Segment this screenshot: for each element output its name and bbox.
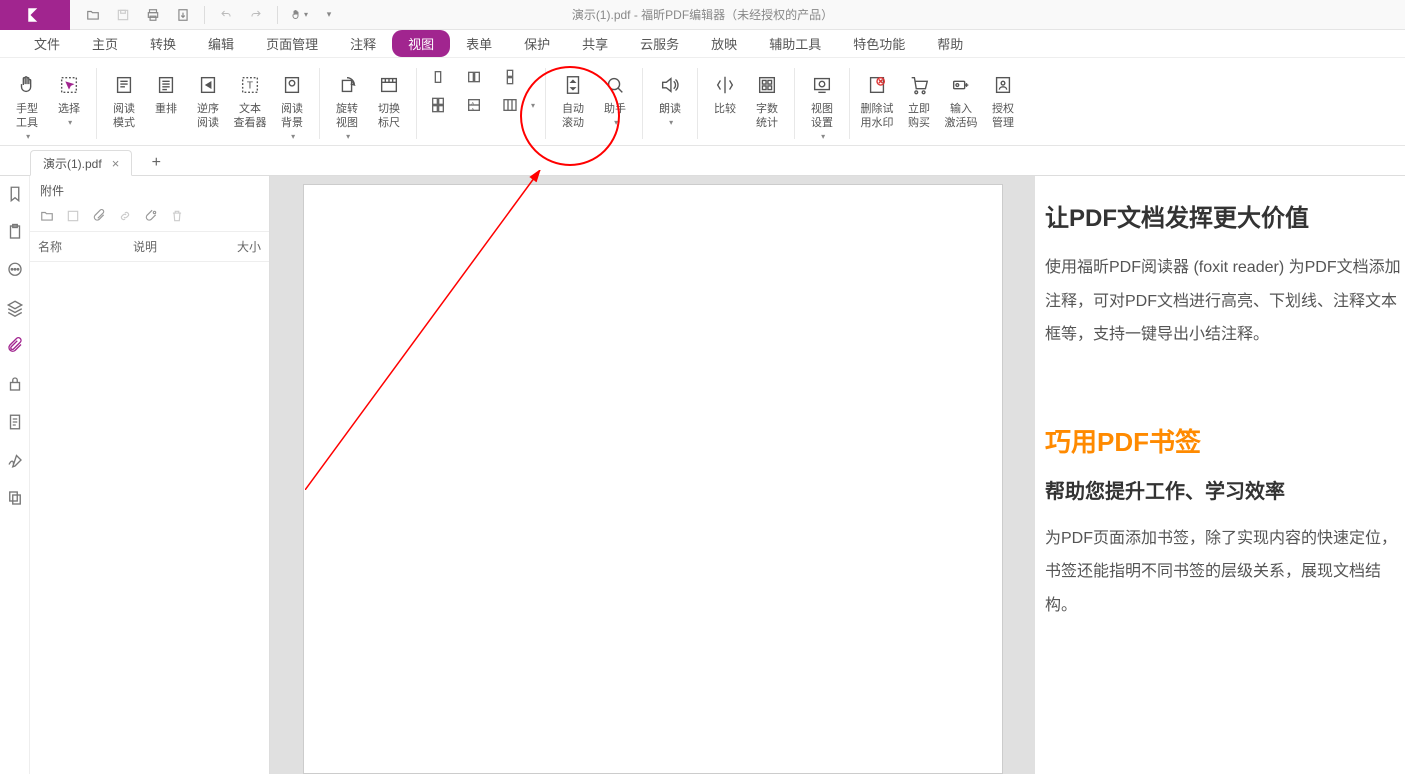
select-tool-button[interactable]: 选择: [48, 66, 90, 130]
open-icon[interactable]: [84, 6, 102, 24]
ribbon: 手型 工具 选择 阅读 模式 重排 逆序 阅读 T文本 查看器 阅读 背景 旋转…: [0, 58, 1405, 146]
promo-heading-2: 巧用PDF书签: [1045, 422, 1405, 459]
document-tab[interactable]: 演示(1).pdf ×: [30, 150, 132, 176]
reflow-button[interactable]: 重排: [145, 66, 187, 116]
panel-open-icon[interactable]: [40, 209, 56, 225]
layers-icon[interactable]: [5, 298, 25, 318]
attachment-icon[interactable]: [5, 336, 25, 356]
enter-key-button[interactable]: 输入 激活码: [940, 66, 982, 130]
buy-now-button[interactable]: 立即 购买: [898, 66, 940, 130]
menu-comment[interactable]: 注释: [334, 30, 392, 57]
hand-icon[interactable]: ▾: [290, 6, 308, 24]
panel-link-icon[interactable]: [118, 209, 134, 225]
read-aloud-button[interactable]: 朗读: [649, 66, 691, 130]
assistant-button[interactable]: 助手: [594, 66, 636, 130]
hand-tool-button[interactable]: 手型 工具: [6, 66, 48, 144]
print-icon[interactable]: [144, 6, 162, 24]
close-tab-icon[interactable]: ×: [112, 156, 120, 171]
panel-title: 附件: [30, 176, 269, 205]
pdf-page: [303, 184, 1003, 774]
svg-text:T: T: [247, 81, 253, 92]
clipboard-icon[interactable]: [5, 222, 25, 242]
read-background-button[interactable]: 阅读 背景: [271, 66, 313, 144]
separator: [277, 6, 278, 24]
text-viewer-button[interactable]: T文本 查看器: [229, 66, 271, 130]
menu-home[interactable]: 主页: [76, 30, 134, 57]
menu-bar: 文件 主页 转换 编辑 页面管理 注释 视图 表单 保护 共享 云服务 放映 辅…: [0, 30, 1405, 58]
menu-convert[interactable]: 转换: [134, 30, 192, 57]
view-mode-dropdown[interactable]: ▾: [531, 94, 539, 116]
col-name[interactable]: 名称: [30, 232, 125, 261]
menu-help[interactable]: 帮助: [921, 30, 979, 57]
view-settings-button[interactable]: 视图 设置: [801, 66, 843, 144]
panel-column-headers: 名称 说明 大小: [30, 232, 269, 262]
export-icon[interactable]: [174, 6, 192, 24]
workspace: 附件 名称 说明 大小 让PDF文档发挥更大价值 使用福昕PDF阅读器 (fox…: [0, 176, 1405, 774]
promo-sidebar: 让PDF文档发挥更大价值 使用福昕PDF阅读器 (foxit reader) 为…: [1035, 176, 1405, 774]
menu-edit[interactable]: 编辑: [192, 30, 250, 57]
qat-dropdown-icon[interactable]: ▾: [320, 6, 338, 24]
svg-text:A: A: [471, 100, 474, 105]
two-page-icon[interactable]: [459, 66, 489, 88]
auto-scroll-button[interactable]: 自动 滚动: [552, 66, 594, 130]
left-rail: [0, 176, 30, 774]
read-mode-button[interactable]: 阅读 模式: [103, 66, 145, 130]
menu-form[interactable]: 表单: [450, 30, 508, 57]
bookmark-icon[interactable]: [5, 184, 25, 204]
reverse-read-button[interactable]: 逆序 阅读: [187, 66, 229, 130]
word-count-button[interactable]: 字数 统计: [746, 66, 788, 130]
promo-paragraph-2: 为PDF页面添加书签，除了实现内容的快速定位，书签还能指明不同书签的层级关系，展…: [1045, 522, 1405, 623]
page-view-modes: AA ▾: [421, 62, 541, 145]
security-icon[interactable]: [5, 374, 25, 394]
single-page-icon[interactable]: [423, 66, 453, 88]
promo-paragraph-1: 使用福昕PDF阅读器 (foxit reader) 为PDF文档添加注释，可对P…: [1045, 251, 1405, 352]
menu-present[interactable]: 放映: [695, 30, 753, 57]
promo-heading-1: 让PDF文档发挥更大价值: [1045, 198, 1405, 233]
attachments-panel: 附件 名称 说明 大小: [30, 176, 270, 774]
menu-file[interactable]: 文件: [18, 30, 76, 57]
document-tab-label: 演示(1).pdf: [43, 155, 102, 172]
title-bar: ▾ ▾ 演示(1).pdf - 福昕PDF编辑器（未经授权的产品）: [0, 0, 1405, 30]
continuous-two-icon[interactable]: [423, 94, 453, 116]
separator: [204, 6, 205, 24]
menu-accessibility[interactable]: 辅助工具: [753, 30, 837, 57]
menu-features[interactable]: 特色功能: [837, 30, 921, 57]
comment-icon[interactable]: [5, 260, 25, 280]
quick-access-toolbar: ▾ ▾: [70, 6, 352, 24]
app-logo: [0, 0, 70, 30]
save-icon[interactable]: [114, 6, 132, 24]
redo-icon[interactable]: [247, 6, 265, 24]
new-tab-button[interactable]: +: [144, 151, 168, 175]
panel-toolbar: [30, 205, 269, 232]
rotate-view-button[interactable]: 旋转 视图: [326, 66, 368, 144]
panel-delete-icon[interactable]: [170, 209, 186, 225]
svg-text:A: A: [471, 106, 474, 111]
split-vertical-icon[interactable]: [495, 94, 525, 116]
compare-button[interactable]: 比较: [704, 66, 746, 116]
col-size[interactable]: 大小: [227, 232, 269, 261]
panel-pin-icon[interactable]: [144, 209, 160, 225]
signature-icon[interactable]: [5, 450, 25, 470]
promo-heading-3: 帮助您提升工作、学习效率: [1045, 475, 1405, 504]
menu-view[interactable]: 视图: [392, 30, 450, 57]
menu-share[interactable]: 共享: [566, 30, 624, 57]
form-icon[interactable]: [5, 412, 25, 432]
split-horizontal-icon[interactable]: AA: [459, 94, 489, 116]
menu-page[interactable]: 页面管理: [250, 30, 334, 57]
remove-watermark-button[interactable]: 删除试 用水印: [856, 66, 898, 130]
document-tab-bar: 演示(1).pdf × +: [0, 146, 1405, 176]
continuous-icon[interactable]: [495, 66, 525, 88]
document-canvas[interactable]: [270, 176, 1035, 774]
toggle-ruler-button[interactable]: 切换 标尺: [368, 66, 410, 130]
col-desc[interactable]: 说明: [125, 232, 227, 261]
menu-protect[interactable]: 保护: [508, 30, 566, 57]
panel-save-icon[interactable]: [66, 209, 82, 225]
license-manage-button[interactable]: 授权 管理: [982, 66, 1024, 130]
undo-icon[interactable]: [217, 6, 235, 24]
panel-attach-icon[interactable]: [92, 209, 108, 225]
stamp-icon[interactable]: [5, 488, 25, 508]
menu-cloud[interactable]: 云服务: [624, 30, 695, 57]
